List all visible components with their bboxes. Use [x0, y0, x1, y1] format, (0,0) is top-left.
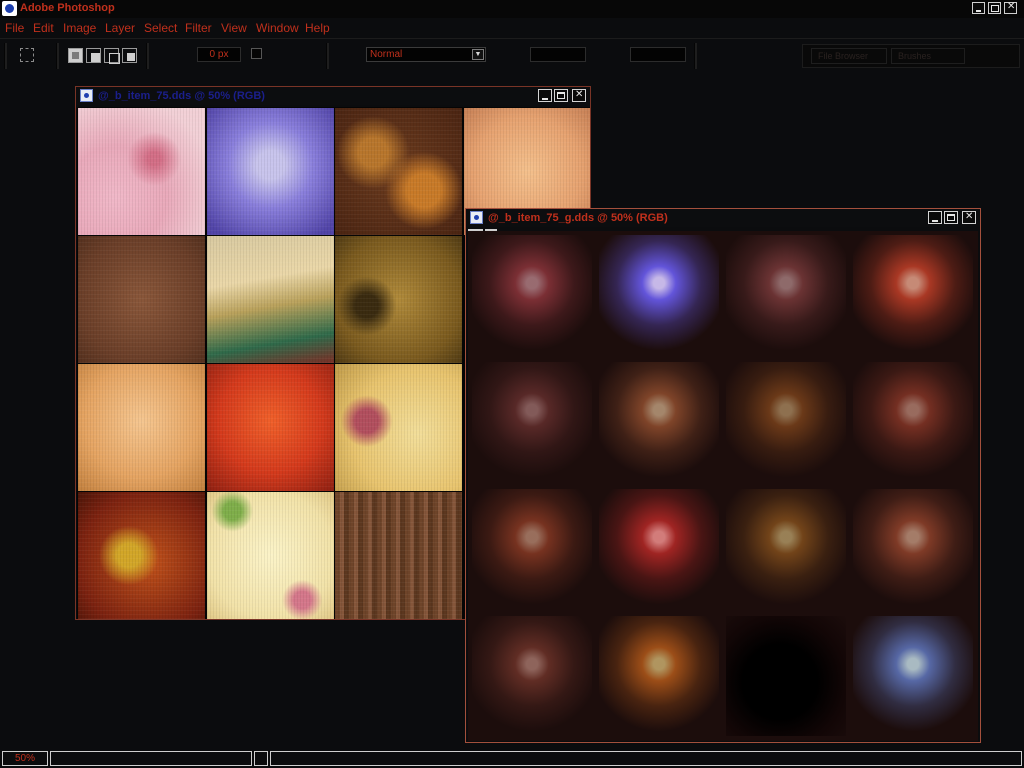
- texture-tile-brown: [78, 236, 205, 363]
- glow-cell: [472, 362, 592, 482]
- texture-tile-red: [207, 364, 334, 491]
- zoom-value: 50%: [14, 753, 35, 764]
- intersect-selection-icon[interactable]: [122, 48, 137, 63]
- glow-cell: [472, 235, 592, 355]
- glow-cell: [726, 235, 846, 355]
- options-grip: [4, 43, 7, 69]
- glow-cell: [599, 489, 719, 609]
- glow-cell: [472, 616, 592, 736]
- add-to-selection-icon[interactable]: [86, 48, 101, 63]
- texture-tile-lavender: [207, 108, 334, 235]
- anti-alias-checkbox[interactable]: [251, 48, 262, 59]
- menu-window[interactable]: Window: [256, 21, 299, 35]
- style-select[interactable]: Normal ▼: [366, 47, 486, 62]
- status-text-field: [270, 751, 1022, 766]
- app-title-bar: Adobe Photoshop: [0, 0, 1024, 18]
- glow-cell: [599, 235, 719, 355]
- texture-tile-cream-floral: [207, 492, 334, 619]
- texture-tile-floral-brown: [335, 108, 462, 235]
- glow-cell: [472, 489, 592, 609]
- texture-tile-gold-floral: [335, 236, 462, 363]
- menu-image[interactable]: Image: [63, 21, 96, 35]
- document-icon: [470, 211, 483, 224]
- menu-layer[interactable]: Layer: [105, 21, 135, 35]
- texture-tile-orange-paper: [78, 364, 205, 491]
- document-1-minimize-button[interactable]: [538, 89, 552, 102]
- app-close-button[interactable]: [1004, 1, 1017, 14]
- document-2-canvas[interactable]: [468, 231, 978, 741]
- marquee-tool-icon[interactable]: [20, 48, 34, 62]
- tab-file-browser[interactable]: File Browser: [811, 48, 887, 64]
- separator: [146, 43, 149, 69]
- document-2-maximize-button[interactable]: [944, 211, 958, 224]
- texture-tile-autumn: [78, 492, 205, 619]
- style-select-value: Normal: [370, 49, 403, 60]
- document-1-close-button[interactable]: [572, 89, 586, 102]
- glow-cell: [853, 362, 973, 482]
- palette-well: File Browser Brushes: [802, 44, 1020, 68]
- options-bar: 0 px Normal ▼ File Browser Brushes: [0, 38, 1024, 73]
- document-1-title-bar[interactable]: @_b_item_75.dds @ 50% (RGB): [76, 87, 590, 105]
- document-info-field[interactable]: [50, 751, 252, 766]
- app-title: Adobe Photoshop: [20, 2, 115, 14]
- menu-bar: File Edit Image Layer Select Filter View…: [0, 18, 1024, 38]
- separator: [694, 43, 697, 69]
- chevron-down-icon[interactable]: ▼: [472, 49, 484, 60]
- subtract-from-selection-icon[interactable]: [104, 48, 120, 64]
- status-arrow-field[interactable]: [254, 751, 268, 766]
- separator: [326, 43, 329, 69]
- menu-filter[interactable]: Filter: [185, 21, 212, 35]
- texture-tile-pink: [78, 108, 205, 235]
- photoshop-icon: [2, 1, 17, 16]
- glow-cell: [726, 616, 846, 736]
- width-input[interactable]: [530, 47, 586, 62]
- glow-cell: [853, 616, 973, 736]
- status-bar: 50%: [0, 750, 1024, 768]
- document-2-title: @_b_item_75_g.dds @ 50% (RGB): [488, 212, 668, 224]
- glow-cell: [599, 362, 719, 482]
- menu-help[interactable]: Help: [305, 21, 330, 35]
- texture-tile-roses: [335, 364, 462, 491]
- document-2-close-button[interactable]: [962, 211, 976, 224]
- glow-cell: [853, 235, 973, 355]
- app-minimize-button[interactable]: [972, 2, 985, 14]
- glow-cell: [599, 616, 719, 736]
- new-selection-icon[interactable]: [68, 48, 83, 63]
- glow-cell: [726, 489, 846, 609]
- menu-select[interactable]: Select: [144, 21, 177, 35]
- glow-cell: [853, 489, 973, 609]
- feather-input[interactable]: 0 px: [197, 47, 241, 62]
- tab-brushes[interactable]: Brushes: [891, 48, 965, 64]
- app-restore-button[interactable]: [988, 2, 1001, 14]
- document-icon: [80, 89, 93, 102]
- document-1-maximize-button[interactable]: [554, 89, 568, 102]
- texture-tile-watercolor: [207, 236, 334, 363]
- document-2-title-bar[interactable]: @_b_item_75_g.dds @ 50% (RGB): [466, 209, 980, 227]
- document-1-title: @_b_item_75.dds @ 50% (RGB): [98, 90, 265, 102]
- menu-view[interactable]: View: [221, 21, 247, 35]
- glow-cell: [726, 362, 846, 482]
- height-input[interactable]: [630, 47, 686, 62]
- menu-edit[interactable]: Edit: [33, 21, 54, 35]
- menu-file[interactable]: File: [5, 21, 24, 35]
- document-2-minimize-button[interactable]: [928, 211, 942, 224]
- zoom-field[interactable]: 50%: [2, 751, 48, 766]
- texture-tile-wood: [335, 492, 462, 619]
- separator: [56, 43, 59, 69]
- document-window-2[interactable]: @_b_item_75_g.dds @ 50% (RGB) 01: [465, 208, 981, 743]
